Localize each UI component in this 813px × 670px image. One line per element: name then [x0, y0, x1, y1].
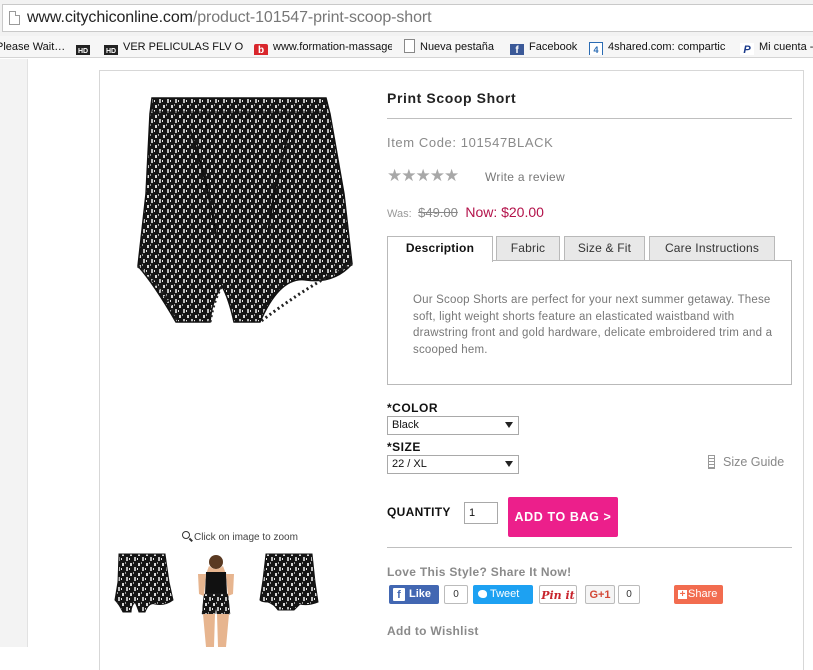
bookmarks-bar: Please Wait… HD HD VER PELICULAS FLV ONL … — [0, 36, 813, 58]
url-field[interactable]: www.citychiconline.com/product-101547-pr… — [2, 4, 813, 32]
add-to-wishlist-link[interactable]: Add to Wishlist — [387, 624, 479, 638]
bookmark-label: Please Wait… — [0, 41, 66, 53]
ruler-icon — [708, 455, 715, 469]
tweet-label: Tweet — [490, 588, 520, 600]
plus-icon: + — [678, 589, 687, 600]
price-block: Was: $49.00 Now: $20.00 — [387, 204, 544, 222]
description-text: Our Scoop Shorts are perfect for your ne… — [413, 294, 773, 356]
url-path: /product-101547-print-scoop-short — [192, 9, 432, 26]
size-label: *SIZE — [387, 440, 421, 454]
bookmark-label: 4shared.com: compartic — [608, 41, 726, 53]
size-guide-link[interactable]: Size Guide — [708, 455, 784, 469]
item-code: Item Code: 101547BLACK — [387, 135, 554, 150]
tab-care-instructions[interactable]: Care Instructions — [649, 236, 775, 260]
color-select[interactable]: Black — [387, 416, 519, 435]
sale-price: Now: $20.00 — [465, 204, 544, 220]
url-domain: www.citychiconline.com — [27, 9, 193, 26]
zoom-hint: Click on image to zoom — [182, 531, 298, 543]
tab-fabric[interactable]: Fabric — [496, 236, 560, 260]
size-select[interactable]: 22 / XL — [387, 455, 519, 474]
hd-icon: HD — [76, 45, 90, 55]
write-review-link[interactable]: Write a review — [485, 170, 565, 184]
tweet-button[interactable]: Tweet — [473, 585, 533, 604]
thumbnail-model[interactable] — [188, 552, 244, 647]
size-guide-text: Size Guide — [723, 455, 785, 469]
thumb-shorts-side-image — [259, 553, 319, 611]
bookmark-hd[interactable]: HD — [76, 39, 98, 55]
bookmark-formation-massage[interactable]: b www.formation-massage — [254, 39, 392, 55]
bookmark-please-wait[interactable]: Please Wait… — [0, 39, 68, 55]
bookmark-nueva-pestana[interactable]: Nueva pestaña — [404, 39, 504, 55]
google-plus-count: 0 — [618, 585, 640, 604]
thumb-model-image — [198, 555, 234, 647]
page-left-gutter — [0, 59, 28, 647]
zoom-hint-text: Click on image to zoom — [194, 532, 298, 543]
product-main-image[interactable] — [130, 94, 355, 329]
thumbnail-shorts-side[interactable] — [258, 552, 320, 614]
dropdown-arrow-icon — [505, 461, 513, 467]
rating-stars: ★★★★★ — [387, 166, 459, 185]
shorts-image — [137, 97, 353, 324]
divider — [387, 547, 792, 548]
red-b-icon: b — [254, 44, 268, 55]
bookmark-label: Facebook — [529, 41, 578, 53]
share-title: Love This Style? Share It Now! — [387, 565, 572, 579]
facebook-icon: f — [510, 44, 524, 55]
address-bar: www.citychiconline.com/product-101547-pr… — [0, 0, 813, 36]
url-text: www.citychiconline.com/product-101547-pr… — [27, 9, 432, 27]
google-plus-button[interactable]: G+1 — [585, 585, 615, 604]
bookmark-label: Mi cuenta - — [759, 41, 813, 53]
bookmark-mi-cuenta[interactable]: P Mi cuenta - — [740, 39, 813, 55]
page-icon — [404, 39, 415, 53]
twitter-bird-icon — [478, 590, 487, 598]
bookmark-facebook[interactable]: f Facebook — [510, 39, 582, 55]
size-value: 22 / XL — [392, 458, 427, 470]
dropdown-arrow-icon — [505, 422, 513, 428]
divider — [387, 118, 792, 119]
4shared-icon: 4 — [589, 42, 603, 55]
color-label: *COLOR — [387, 401, 438, 415]
tab-size-fit[interactable]: Size & Fit — [564, 236, 645, 260]
facebook-like-label: Like — [409, 588, 432, 600]
tab-description[interactable]: Description — [387, 236, 493, 262]
facebook-count: 0 — [444, 585, 468, 604]
bookmark-label: www.formation-massage — [273, 41, 392, 53]
facebook-icon: f — [393, 588, 405, 601]
old-price: $49.00 — [418, 205, 458, 220]
pinterest-button[interactable]: Pin it — [539, 585, 577, 604]
share-button[interactable]: + Share — [674, 585, 723, 604]
bookmark-4shared[interactable]: 4 4shared.com: compartic — [589, 39, 729, 55]
quantity-input[interactable]: 1 — [464, 502, 498, 524]
thumb-shorts-image — [114, 553, 174, 613]
bookmark-ver-peliculas[interactable]: HD VER PELICULAS FLV ONL — [104, 39, 244, 55]
facebook-like-button[interactable]: f Like — [389, 585, 439, 604]
quantity-label: QUANTITY — [387, 505, 451, 519]
product-title: Print Scoop Short — [387, 90, 517, 106]
magnifier-icon — [182, 531, 190, 539]
paypal-icon: P — [740, 43, 754, 55]
bookmark-label: Nueva pestaña — [420, 41, 494, 53]
hd-icon: HD — [104, 45, 118, 55]
thumbnail-shorts-front[interactable] — [113, 552, 175, 614]
add-to-bag-button[interactable]: ADD TO BAG > — [508, 497, 618, 537]
page-icon — [9, 11, 20, 25]
color-value: Black — [392, 419, 419, 431]
share-label: Share — [688, 588, 718, 600]
bookmark-label: VER PELICULAS FLV ONL — [123, 41, 244, 53]
was-label: Was: — [387, 208, 412, 220]
